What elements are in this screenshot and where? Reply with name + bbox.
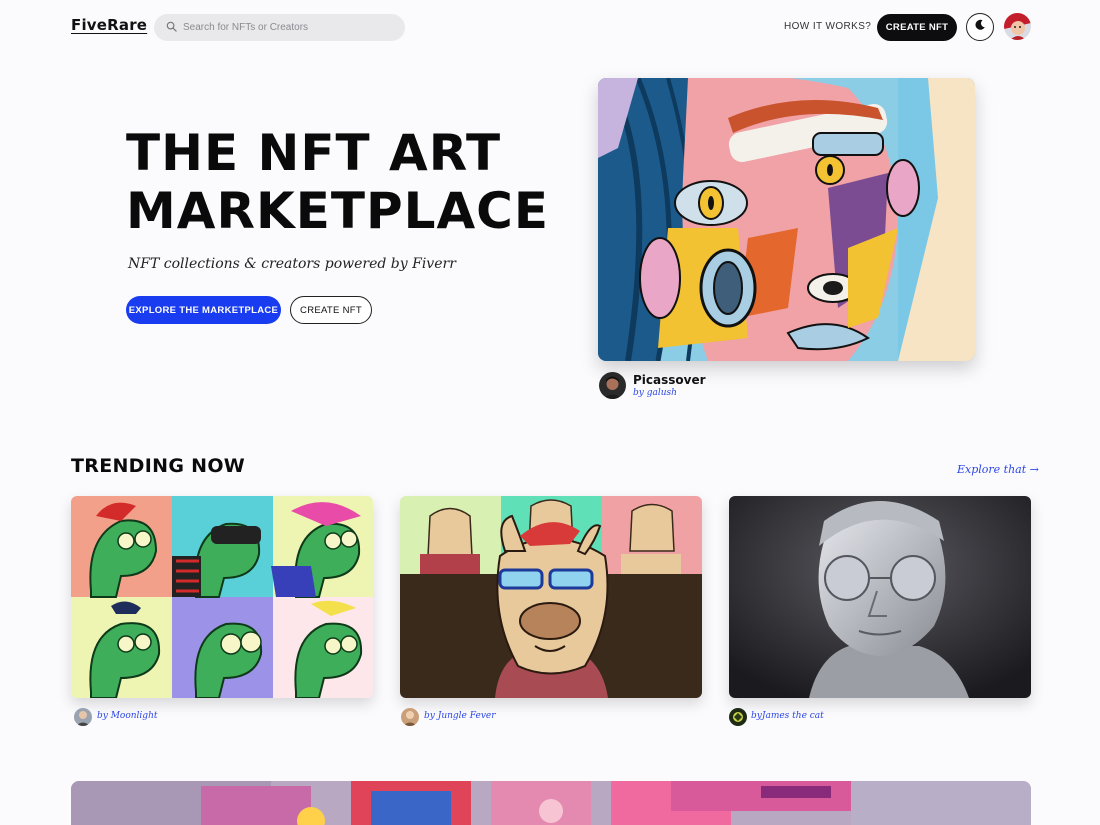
top-nav: FiveRare HOW IT WORKS? CREATE NFT	[0, 0, 1100, 56]
card-2-author-avatar[interactable]	[401, 708, 419, 726]
card-2-author[interactable]: by Jungle Fever	[424, 711, 496, 721]
featured-author-avatar[interactable]	[599, 372, 626, 399]
hero-title: THE NFT ART MARKETPLACE	[126, 124, 550, 240]
trending-card-1[interactable]	[71, 496, 373, 698]
search-input[interactable]	[183, 22, 383, 33]
trending-heading: TRENDING NOW	[71, 455, 246, 477]
search-bar[interactable]	[154, 14, 405, 41]
featured-nft-image[interactable]	[598, 78, 975, 361]
card-3-author[interactable]: byJames the cat	[751, 711, 824, 721]
user-avatar[interactable]	[1004, 13, 1031, 40]
create-nft-button[interactable]: CREATE NFT	[290, 296, 372, 324]
card-1-author-avatar[interactable]	[74, 708, 92, 726]
hero-title-line-1: THE NFT ART	[126, 124, 502, 182]
dark-mode-toggle[interactable]	[966, 13, 994, 41]
trending-card-3[interactable]	[729, 496, 1031, 698]
featured-nft-author[interactable]: by galush	[633, 388, 677, 398]
featured-nft-title[interactable]: Picassover	[633, 373, 706, 387]
explore-marketplace-button[interactable]: EXPLORE THE MARKETPLACE	[126, 296, 281, 324]
how-it-works-link[interactable]: HOW IT WORKS?	[784, 21, 871, 32]
hero-title-line-2: MARKETPLACE	[126, 182, 550, 240]
search-icon	[166, 19, 177, 37]
featured-collection-banner[interactable]	[71, 781, 1031, 825]
site-logo[interactable]: FiveRare	[71, 16, 147, 34]
hero-subtitle: NFT collections & creators powered by Fi…	[128, 256, 456, 272]
create-nft-nav-button[interactable]: CREATE NFT	[877, 14, 957, 41]
trending-card-2[interactable]	[400, 496, 702, 698]
card-3-author-avatar[interactable]	[729, 708, 747, 726]
explore-trending-link[interactable]: Explore that →	[957, 463, 1039, 476]
moon-icon	[974, 18, 986, 36]
card-1-author[interactable]: by Moonlight	[97, 711, 158, 721]
